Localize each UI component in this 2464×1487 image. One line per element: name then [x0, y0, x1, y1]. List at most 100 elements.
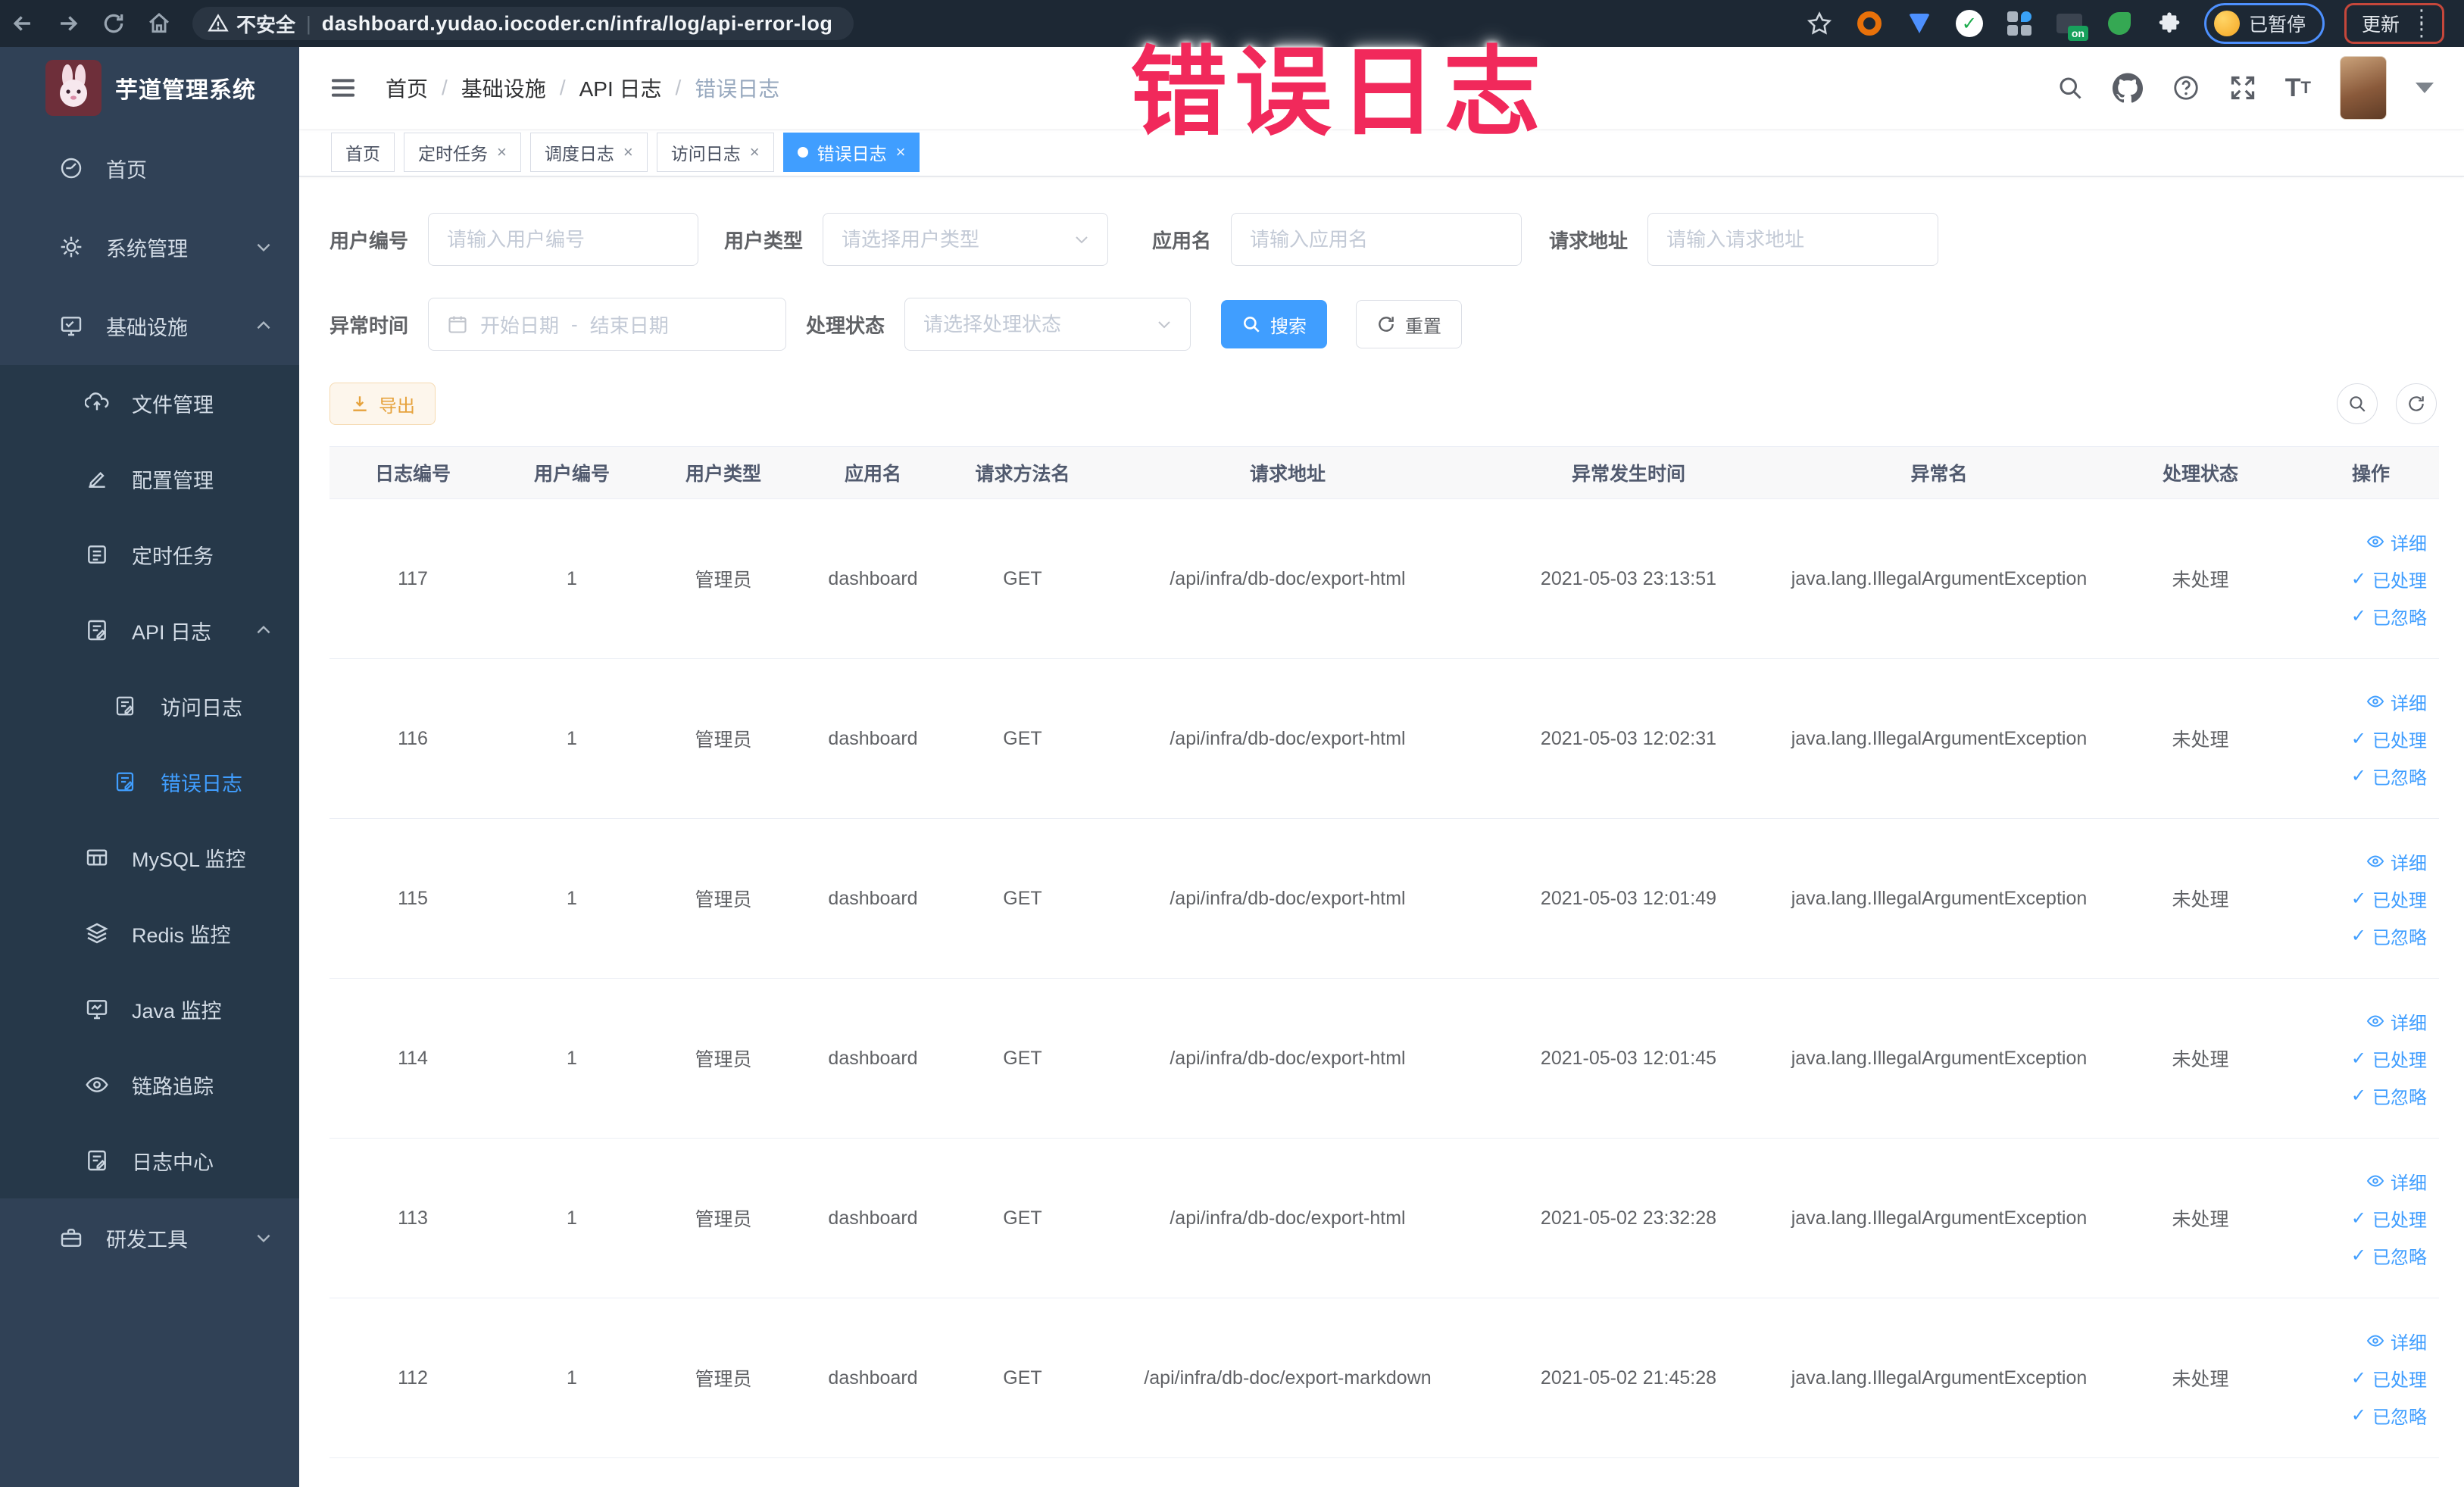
- user-type-select[interactable]: [823, 213, 1109, 266]
- search-button[interactable]: 搜索: [1221, 300, 1328, 348]
- browser-back-icon[interactable]: [0, 0, 45, 47]
- tab-scheduled-task[interactable]: 定时任务 ×: [404, 133, 521, 172]
- sidebar-item-home[interactable]: 首页: [0, 129, 299, 208]
- user-id-field[interactable]: [447, 227, 680, 251]
- cell-method: GET: [1003, 1047, 1042, 1069]
- extension-on-badge-icon[interactable]: on: [2054, 8, 2088, 41]
- mark-ignored-link[interactable]: ✓ 已忽略: [2351, 763, 2427, 789]
- fullscreen-icon[interactable]: [2229, 74, 2256, 102]
- cell-status: 未处理: [2172, 1209, 2229, 1230]
- eye-icon: [2366, 1335, 2384, 1347]
- refresh-table-button[interactable]: [2396, 383, 2437, 424]
- reset-button[interactable]: 重置: [1356, 300, 1463, 348]
- user-avatar[interactable]: [2340, 56, 2387, 120]
- tab-close-icon[interactable]: ×: [623, 142, 633, 162]
- sidebar-item-label: 访问日志: [161, 696, 242, 720]
- user-menu-caret-icon[interactable]: [2416, 83, 2434, 93]
- mark-processed-link[interactable]: ✓ 已处理: [2351, 1365, 2427, 1392]
- tab-close-icon[interactable]: ×: [750, 142, 760, 162]
- extension-green-check-icon[interactable]: ✓: [1954, 8, 1985, 39]
- tab-schedule-log[interactable]: 调度日志 ×: [529, 133, 648, 172]
- mark-ignored-link[interactable]: ✓ 已忽略: [2351, 603, 2427, 629]
- tab-error-log[interactable]: 错误日志 ×: [782, 133, 920, 172]
- sidebar-item-infra[interactable]: 基础设施: [0, 286, 299, 365]
- mark-ignored-link[interactable]: ✓ 已忽略: [2351, 923, 2427, 949]
- col-exception-time: 异常发生时间: [1571, 464, 1685, 485]
- bookmark-star-icon[interactable]: [1804, 8, 1835, 39]
- extension-plant-icon[interactable]: [2104, 8, 2135, 39]
- sidebar-item-api-log[interactable]: API 日志: [0, 592, 299, 668]
- sidebar-item-redis-monitor[interactable]: Redis 监控: [0, 895, 299, 971]
- browser-home-icon[interactable]: [136, 0, 182, 47]
- address-bar[interactable]: 不安全 | dashboard.yudao.iocoder.cn/infra/l…: [192, 7, 854, 40]
- extensions-puzzle-icon[interactable]: [2154, 8, 2184, 39]
- mark-processed-link[interactable]: ✓ 已处理: [2351, 1205, 2427, 1232]
- tab-close-icon[interactable]: ×: [497, 142, 507, 162]
- breadcrumb-infra[interactable]: 基础设施: [461, 73, 546, 103]
- font-size-icon[interactable]: TT: [2285, 73, 2311, 103]
- app-name-input[interactable]: [1231, 213, 1522, 266]
- mark-processed-link[interactable]: ✓ 已处理: [2351, 566, 2427, 592]
- mark-ignored-link[interactable]: ✓ 已忽略: [2351, 1242, 2427, 1269]
- detail-link[interactable]: 详细: [2366, 848, 2427, 875]
- hamburger-icon[interactable]: [328, 73, 358, 103]
- sidebar-item-config-manage[interactable]: 配置管理: [0, 441, 299, 517]
- tab-access-log[interactable]: 访问日志 ×: [656, 133, 774, 172]
- tab-close-icon[interactable]: ×: [896, 142, 906, 162]
- browser-reload-icon[interactable]: [91, 0, 136, 47]
- breadcrumb-current: 错误日志: [695, 77, 780, 101]
- sidebar-item-java-monitor[interactable]: Java 监控: [0, 971, 299, 1047]
- detail-link[interactable]: 详细: [2366, 689, 2427, 715]
- breadcrumb-api-log[interactable]: API 日志: [579, 73, 662, 103]
- user-type-field[interactable]: [842, 227, 1090, 251]
- cell-method: GET: [1003, 1367, 1042, 1389]
- detail-link[interactable]: 详细: [2366, 1168, 2427, 1195]
- col-request-url: 请求地址: [1249, 464, 1326, 485]
- app-name-field[interactable]: [1250, 227, 1504, 251]
- header-search-icon[interactable]: [2056, 74, 2084, 102]
- mark-processed-link[interactable]: ✓ 已处理: [2351, 726, 2427, 752]
- extension-blue-pin-icon[interactable]: [1904, 8, 1935, 39]
- sidebar-item-error-log[interactable]: 错误日志: [0, 744, 299, 820]
- help-icon[interactable]: [2172, 73, 2200, 102]
- sidebar-item-trace[interactable]: 链路追踪: [0, 1047, 299, 1123]
- sidebar-item-log-center[interactable]: 日志中心: [0, 1123, 299, 1198]
- sidebar-item-mysql-monitor[interactable]: MySQL 监控: [0, 820, 299, 895]
- mark-ignored-link[interactable]: ✓ 已忽略: [2351, 1402, 2427, 1429]
- browser-forward-icon[interactable]: [45, 0, 91, 47]
- request-url-field[interactable]: [1666, 227, 1920, 251]
- sidebar-item-dev-tools[interactable]: 研发工具: [0, 1198, 299, 1277]
- extension-orange-icon[interactable]: [1854, 8, 1885, 39]
- detail-link[interactable]: 详细: [2366, 1008, 2427, 1035]
- mark-processed-link[interactable]: ✓ 已处理: [2351, 1045, 2427, 1072]
- page-content: 用户编号 用户类型 应用名 请求地址: [299, 177, 2464, 1487]
- mark-ignored-link[interactable]: ✓ 已忽略: [2351, 1082, 2427, 1109]
- warning-triangle-icon: [208, 14, 229, 32]
- processed-label: 已处理: [2372, 570, 2427, 592]
- user-id-input[interactable]: [428, 213, 699, 266]
- screen-icon: [85, 997, 111, 1021]
- exception-time-range-input[interactable]: 开始日期 - 结束日期: [428, 298, 787, 351]
- sidebar-item-scheduled-task[interactable]: 定时任务: [0, 517, 299, 592]
- toggle-search-button[interactable]: [2337, 383, 2378, 424]
- request-url-input[interactable]: [1647, 213, 1939, 266]
- sidebar-item-file-manage[interactable]: 文件管理: [0, 365, 299, 441]
- browser-update-button[interactable]: 更新 ⋮ ⋮: [2344, 3, 2444, 44]
- sidebar-item-access-log[interactable]: 访问日志: [0, 668, 299, 744]
- eye-icon: [2366, 1015, 2384, 1027]
- process-status-select[interactable]: [904, 298, 1191, 351]
- process-status-field[interactable]: [923, 312, 1173, 336]
- profile-paused-pill[interactable]: 已暂停: [2203, 3, 2325, 44]
- extension-grid-icon[interactable]: [2004, 8, 2035, 39]
- browser-menu-kebab-icon[interactable]: ⋮ ⋮: [2412, 7, 2431, 39]
- breadcrumb-home[interactable]: 首页: [386, 73, 428, 103]
- security-warning[interactable]: 不安全: [208, 10, 295, 38]
- sidebar-item-system[interactable]: 系统管理: [0, 208, 299, 286]
- github-icon[interactable]: [2112, 73, 2143, 103]
- mark-processed-link[interactable]: ✓ 已处理: [2351, 886, 2427, 912]
- export-button[interactable]: 导出: [329, 383, 436, 425]
- detail-link[interactable]: 详细: [2366, 1328, 2427, 1354]
- sidebar-logo[interactable]: 芋道管理系统: [0, 47, 299, 129]
- detail-link[interactable]: 详细: [2366, 529, 2427, 555]
- tab-home[interactable]: 首页: [331, 133, 395, 172]
